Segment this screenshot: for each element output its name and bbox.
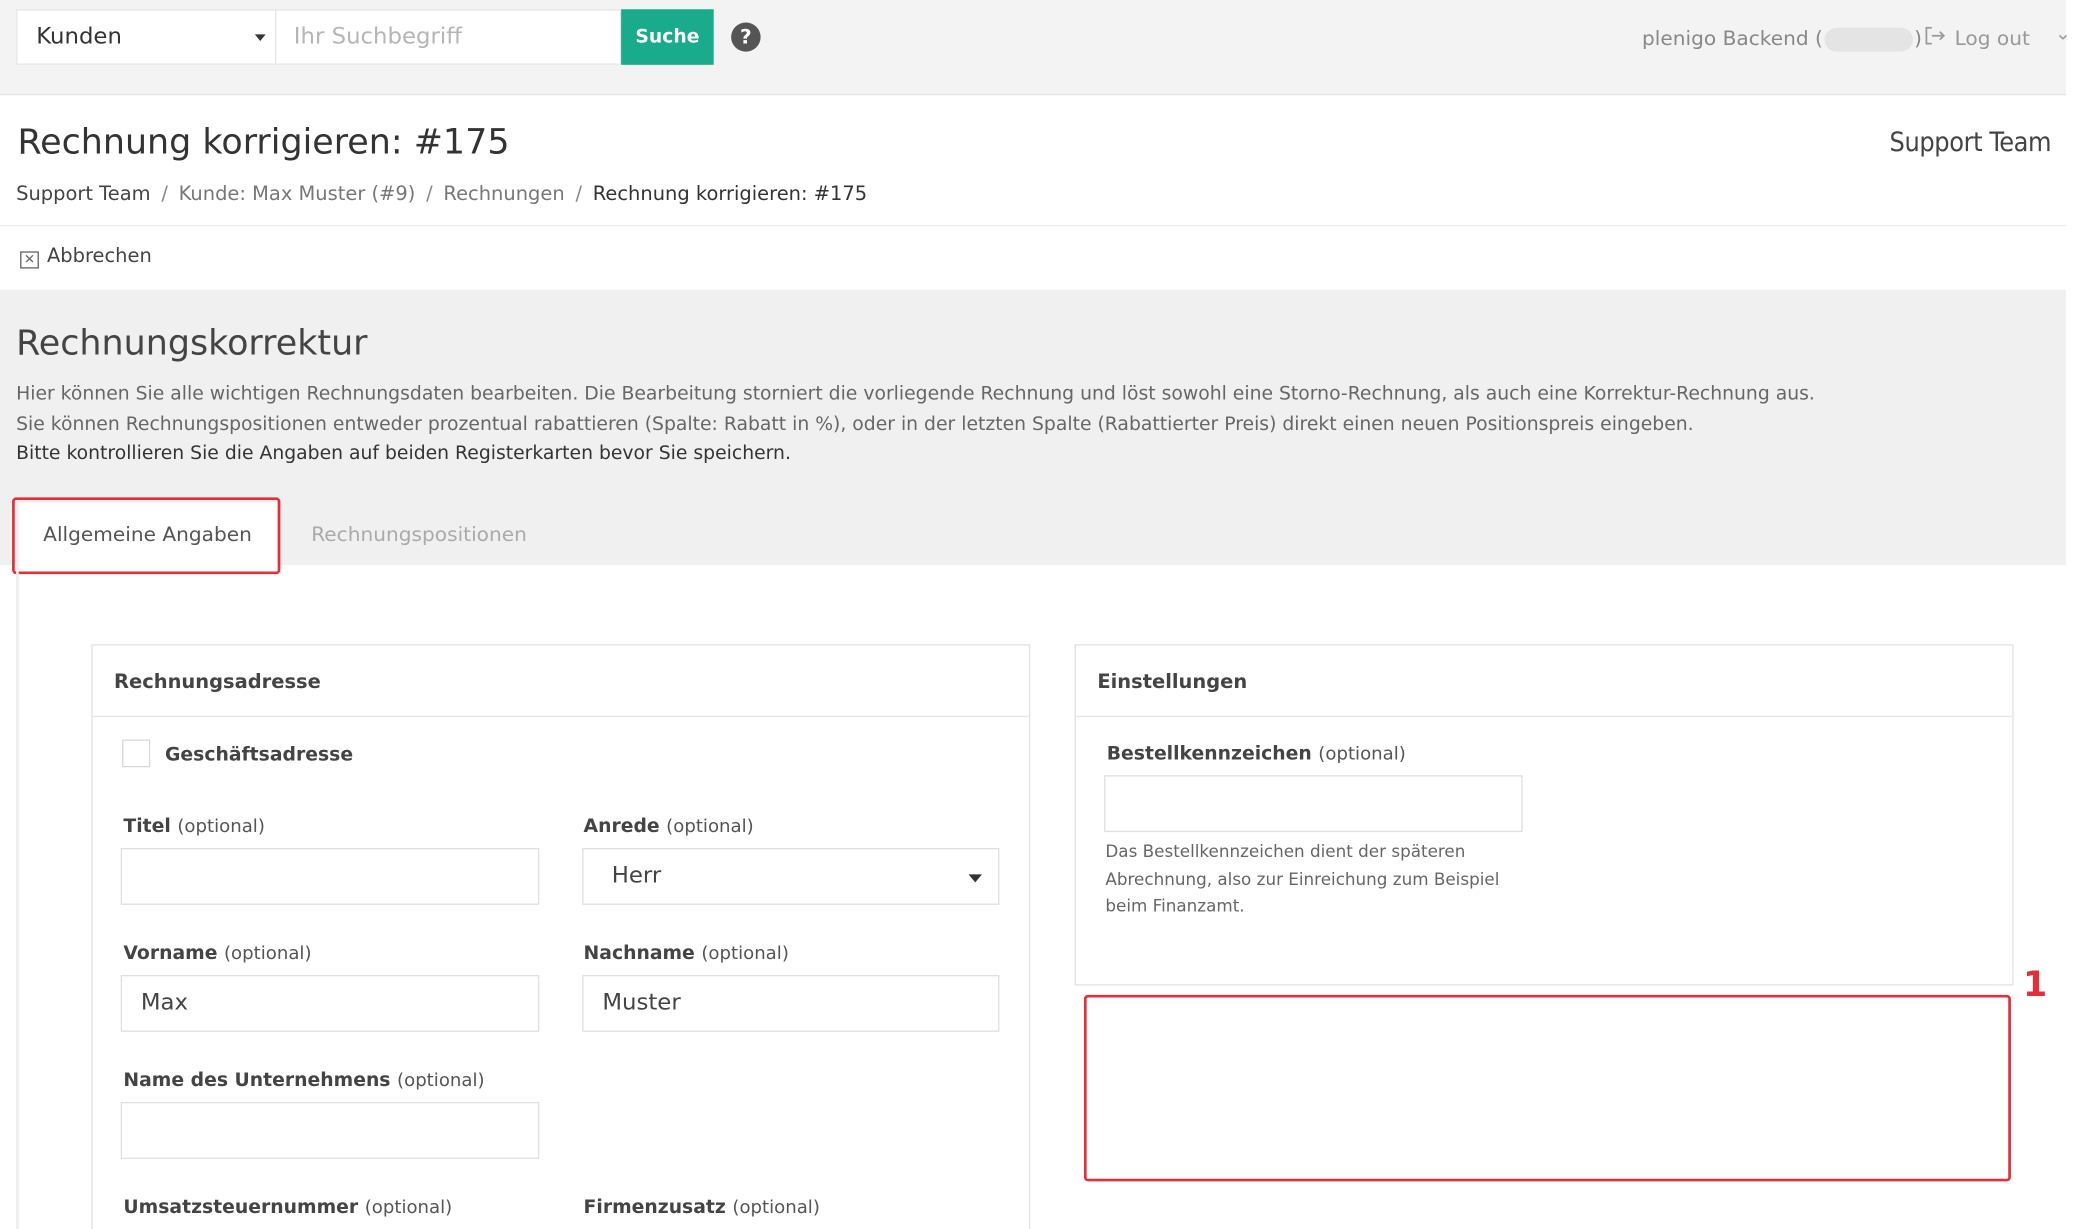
optional-hint: (optional) <box>364 1197 453 1219</box>
description-line-3: Bitte kontrollieren Sie die Angaben auf … <box>16 443 791 465</box>
vorname-input[interactable]: Max <box>120 974 540 1032</box>
order-input[interactable] <box>1104 775 1523 833</box>
nachname-value: Muster <box>602 989 681 1016</box>
optional-hint: (optional) <box>1318 743 1406 765</box>
chevron-down-icon <box>254 34 266 42</box>
sign-out-icon <box>1924 26 1947 50</box>
titel-label: Titel (optional) <box>123 816 264 837</box>
breadcrumb-separator: / <box>426 183 433 206</box>
company-input[interactable] <box>120 1101 540 1159</box>
top-navbar: Kunden Ihr Suchbegriff Suche ? plenigo B… <box>0 0 2071 96</box>
search-category-select[interactable]: Kunden <box>16 9 276 65</box>
breadcrumb-item-invoices[interactable]: Rechnungen <box>443 184 564 205</box>
search-placeholder: Ihr Suchbegriff <box>293 23 462 51</box>
optional-hint: (optional) <box>223 943 312 965</box>
titel-label-text: Titel <box>123 816 171 838</box>
company-label-text: Name des Unternehmens <box>123 1070 391 1092</box>
logout-label: Log out <box>1954 26 2030 51</box>
order-help-text: Das Bestellkennzeichen dient der spätere… <box>1105 841 1500 916</box>
user-suffix: ) <box>1914 26 1922 51</box>
nachname-label-text: Nachname <box>583 943 695 965</box>
vat-label: Umsatzsteuernummer (optional) <box>123 1197 452 1218</box>
highlight-box-empty-area <box>1083 994 2011 1182</box>
suffix-label-text: Firmenzusatz <box>583 1197 726 1219</box>
breadcrumb-item-support-team[interactable]: Support Team <box>16 184 151 205</box>
business-address-checkbox[interactable] <box>122 739 151 768</box>
nachname-input[interactable]: Muster <box>582 974 1000 1032</box>
optional-hint: (optional) <box>701 943 789 965</box>
vorname-label: Vorname (optional) <box>123 943 311 964</box>
titel-input[interactable] <box>120 847 540 905</box>
optional-hint: (optional) <box>666 816 754 838</box>
optional-hint: (optional) <box>732 1197 820 1219</box>
chevron-down-icon <box>968 874 982 883</box>
order-label: Bestellkennzeichen (optional) <box>1107 743 1406 764</box>
order-label-text: Bestellkennzeichen <box>1106 743 1312 765</box>
description-line-2: Sie können Rechnungspositionen entweder … <box>16 414 1694 436</box>
close-square-icon: ✕ <box>20 251 39 269</box>
vat-label-text: Umsatzsteuernummer <box>123 1197 359 1219</box>
vorname-value: Max <box>140 989 189 1016</box>
header-divider <box>0 224 2066 227</box>
logout-link[interactable]: Log out <box>1924 26 2030 50</box>
anrede-select[interactable]: Herr <box>582 847 1000 905</box>
nachname-label: Nachname (optional) <box>584 943 789 964</box>
highlight-box-tab <box>12 497 281 575</box>
question-circle-icon[interactable]: ? <box>731 22 761 52</box>
section-title: Rechnungskorrektur <box>16 324 368 364</box>
team-name: Support Team <box>1889 125 2052 158</box>
company-label: Name des Unternehmens (optional) <box>123 1070 484 1091</box>
search-category-value: Kunden <box>36 23 122 51</box>
optional-hint: (optional) <box>397 1070 485 1092</box>
cancel-label: Abbrechen <box>46 246 152 268</box>
billing-panel-heading: Rechnungsadresse <box>92 646 1029 718</box>
cancel-button[interactable]: ✕ Abbrechen <box>20 246 152 269</box>
user-prefix: plenigo Backend ( <box>1641 26 1823 51</box>
anrede-value: Herr <box>611 862 662 889</box>
anrede-label: Anrede (optional) <box>584 816 754 837</box>
content-border <box>16 564 19 1229</box>
breadcrumb-separator: / <box>575 183 583 206</box>
redacted-user-name <box>1824 27 1913 51</box>
annotation-number: 1 <box>2022 965 2048 1006</box>
dropdown-arrow-icon[interactable]: ⌄ <box>2055 24 2071 45</box>
vorname-label-text: Vorname <box>123 943 218 965</box>
user-info: plenigo Backend () <box>1641 26 1922 51</box>
anrede-label-text: Anrede <box>583 816 660 838</box>
settings-panel-heading: Einstellungen <box>1075 646 2013 718</box>
breadcrumb: Support Team / Kunde: Max Muster (#9) / Rech… <box>16 184 867 205</box>
optional-hint: (optional) <box>177 816 265 838</box>
breadcrumb-item-current: Rechnung korrigieren: #175 <box>592 183 868 206</box>
suffix-label: Firmenzusatz (optional) <box>584 1197 820 1218</box>
description-line-1: Hier können Sie alle wichtigen Rechnungs… <box>16 383 1815 405</box>
business-address-label: Geschäftsadresse <box>165 744 354 766</box>
search-input[interactable]: Ihr Suchbegriff <box>275 9 622 65</box>
tab-rechnungspositionen[interactable]: Rechnungspositionen <box>311 523 527 547</box>
breadcrumb-separator: / <box>161 183 168 206</box>
search-button[interactable]: Suche <box>621 9 714 65</box>
breadcrumb-item-customer[interactable]: Kunde: Max Muster (#9) <box>179 184 416 205</box>
page-title: Rechnung korrigieren: #175 <box>17 123 510 163</box>
